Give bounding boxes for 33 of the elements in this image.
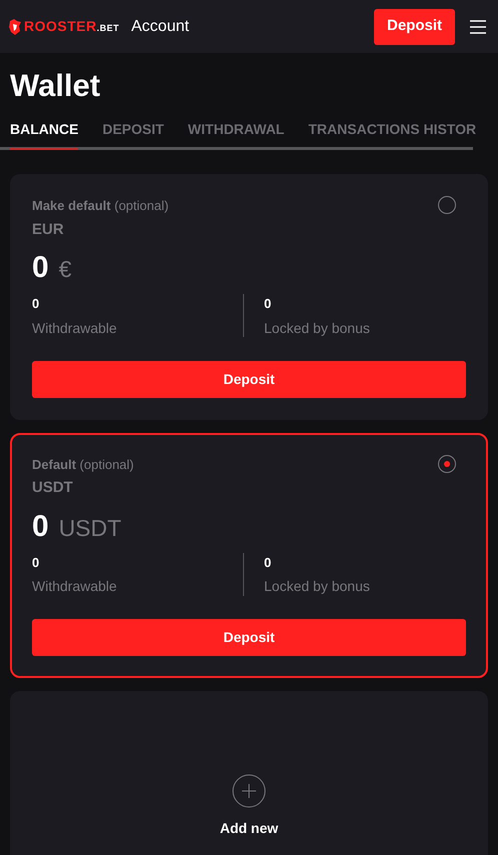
locked-label: Locked by bonus <box>264 318 370 338</box>
locked-label: Locked by bonus <box>264 577 370 596</box>
balance-amount: 0 <box>32 250 49 286</box>
page-heading: Account <box>131 16 190 36</box>
tab[interactable]: TRANSACTIONS HISTOR <box>308 119 476 150</box>
add-new-label: Add new <box>220 819 278 838</box>
withdrawable-amount: 0 <box>32 295 40 313</box>
balance-unit: USDT <box>58 514 122 542</box>
locked-amount: 0 <box>264 295 272 313</box>
balance-unit: € <box>58 255 72 284</box>
tab[interactable]: WITHDRAWAL <box>188 119 284 150</box>
menu-icon[interactable] <box>470 20 486 34</box>
withdrawable-label: Withdrawable <box>32 577 118 596</box>
wallet-title: Wallet <box>9 67 102 105</box>
withdrawable-label: Withdrawable <box>32 318 118 338</box>
deposit-button[interactable]: Deposit <box>32 619 466 656</box>
currency-code: EUR <box>32 220 65 240</box>
locked-amount: 0 <box>264 554 272 572</box>
rooster-icon <box>8 18 22 34</box>
default-label: Default (optional) <box>32 456 134 474</box>
currency-code: USDT <box>32 478 74 498</box>
deposit-button[interactable]: Deposit <box>374 8 455 44</box>
tab[interactable]: DEPOSIT <box>102 119 164 150</box>
add-new-card[interactable]: Add new <box>10 691 488 855</box>
default-radio[interactable] <box>438 196 456 214</box>
balance-amount: 0 <box>32 508 49 544</box>
deposit-button[interactable]: Deposit <box>32 360 466 398</box>
plus-icon <box>232 774 266 808</box>
withdrawable-amount: 0 <box>32 554 40 572</box>
logo[interactable]: ROOSTER.BET <box>8 16 120 37</box>
logo-text: ROOSTER.BET <box>24 17 120 36</box>
default-radio[interactable] <box>438 454 456 472</box>
default-label: Make default (optional) <box>32 197 169 215</box>
